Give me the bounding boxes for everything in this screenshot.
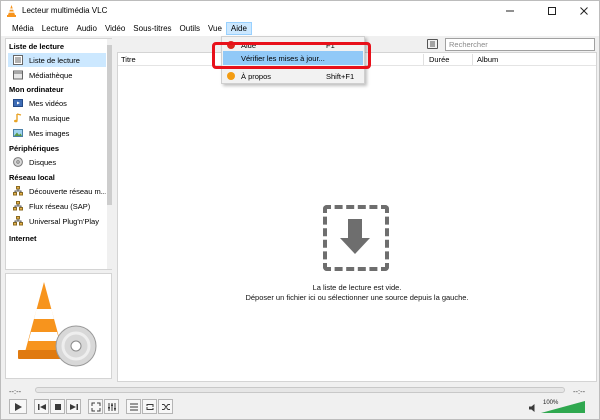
menu-bar: Média Lecture Audio Vidéo Sous-titres Ou… bbox=[1, 21, 599, 36]
sidebar-item-upnp[interactable]: Universal Plug'n'Play bbox=[8, 214, 106, 228]
info-icon bbox=[227, 72, 235, 80]
stop-icon bbox=[54, 403, 61, 410]
sidebar-item-label: Découverte réseau m... bbox=[29, 186, 106, 196]
menu-item-about[interactable]: À propos Shift+F1 bbox=[223, 69, 363, 83]
sidebar-category-playlist: Liste de lecture bbox=[9, 42, 65, 51]
vlc-cone-icon bbox=[7, 5, 16, 17]
next-button[interactable] bbox=[66, 399, 81, 414]
sidebar-item-label: Universal Plug'n'Play bbox=[29, 216, 99, 226]
next-icon bbox=[69, 403, 78, 410]
video-folder-icon bbox=[13, 99, 23, 107]
maximize-button[interactable] bbox=[537, 1, 567, 21]
playlist-icon bbox=[13, 55, 23, 65]
extended-settings-button[interactable] bbox=[104, 399, 119, 414]
sidebar-item-sap[interactable]: Flux réseau (SAP) bbox=[8, 199, 106, 213]
search-input[interactable]: Rechercher bbox=[445, 38, 595, 51]
vlc-cone-art-icon bbox=[18, 282, 97, 367]
play-button[interactable] bbox=[9, 399, 27, 414]
sidebar-category-devices: Périphériques bbox=[9, 144, 60, 153]
sidebar-item-label: Disques bbox=[29, 157, 57, 167]
vlc-window: Lecteur multimédia VLC Média Lecture Aud… bbox=[0, 0, 600, 420]
sidebar-category-local-network: Réseau local bbox=[9, 173, 55, 182]
maximize-icon bbox=[548, 7, 556, 15]
column-header-duration[interactable]: Durée bbox=[429, 55, 449, 64]
sidebar-category-internet: Internet bbox=[9, 234, 37, 243]
menu-view[interactable]: Vue bbox=[204, 22, 226, 35]
network-icon bbox=[13, 216, 23, 226]
play-icon bbox=[15, 402, 22, 411]
shuffle-icon bbox=[161, 403, 170, 410]
image-icon bbox=[13, 129, 23, 137]
sidebar-scrollbar[interactable] bbox=[107, 39, 112, 269]
menu-playback[interactable]: Lecture bbox=[38, 22, 73, 35]
sidebar-item-disks[interactable]: Disques bbox=[8, 155, 106, 169]
download-arrow-icon bbox=[340, 219, 370, 254]
sidebar-item-label: Mes images bbox=[29, 128, 70, 138]
sidebar-item-label: Ma musique bbox=[29, 113, 70, 123]
list-view-icon bbox=[430, 41, 435, 47]
column-divider bbox=[472, 54, 473, 65]
music-note-icon bbox=[14, 113, 22, 123]
menu-subtitles[interactable]: Sous-titres bbox=[129, 22, 175, 35]
total-time: --:-- bbox=[573, 387, 586, 396]
window-title: Lecteur multimédia VLC bbox=[22, 6, 108, 15]
column-divider bbox=[423, 54, 424, 65]
sidebar-item-label: Flux réseau (SAP) bbox=[29, 201, 91, 211]
playlist-view-button[interactable] bbox=[427, 39, 438, 49]
playlist-icon bbox=[129, 403, 138, 410]
disc-icon bbox=[13, 157, 23, 167]
sidebar-item-media-library[interactable]: Médiathèque bbox=[8, 68, 106, 82]
sidebar-item-playlist[interactable]: Liste de lecture bbox=[8, 53, 106, 67]
playlist-toggle-button[interactable] bbox=[126, 399, 141, 414]
fullscreen-icon bbox=[91, 402, 100, 411]
sidebar: Liste de lecture Liste de lecture Médiat… bbox=[5, 38, 112, 270]
elapsed-time: --:-- bbox=[9, 387, 22, 396]
close-button[interactable] bbox=[569, 1, 599, 21]
sidebar-item-label: Mes vidéos bbox=[29, 98, 67, 108]
drop-zone[interactable] bbox=[323, 205, 389, 271]
loop-button[interactable] bbox=[142, 399, 157, 414]
sidebar-item-videos[interactable]: Mes vidéos bbox=[8, 96, 106, 110]
fullscreen-button[interactable] bbox=[88, 399, 103, 414]
menu-tools[interactable]: Outils bbox=[176, 22, 204, 35]
network-icon bbox=[13, 186, 23, 196]
menu-video[interactable]: Vidéo bbox=[101, 22, 129, 35]
library-icon bbox=[13, 70, 23, 80]
sidebar-category-my-computer: Mon ordinateur bbox=[9, 85, 64, 94]
menu-media[interactable]: Média bbox=[8, 22, 38, 35]
playlist-panel: Titre Durée Album La liste de lecture es… bbox=[117, 52, 597, 382]
equalizer-icon bbox=[107, 402, 116, 411]
speaker-icon[interactable] bbox=[528, 403, 538, 413]
column-header-title[interactable]: Titre bbox=[121, 55, 136, 64]
minimize-icon bbox=[506, 10, 514, 12]
sidebar-item-label: Médiathèque bbox=[29, 70, 73, 80]
empty-playlist-hint: Déposer un fichier ici ou sélectionner u… bbox=[245, 293, 469, 302]
network-icon bbox=[13, 201, 23, 211]
sidebar-item-label: Liste de lecture bbox=[29, 55, 80, 65]
highlight-annotation bbox=[212, 42, 371, 69]
empty-playlist-message: La liste de lecture est vide. bbox=[312, 283, 402, 292]
menu-audio[interactable]: Audio bbox=[72, 22, 100, 35]
minimize-button[interactable] bbox=[495, 1, 525, 21]
shuffle-button[interactable] bbox=[158, 399, 173, 414]
previous-icon bbox=[37, 403, 46, 410]
close-icon bbox=[580, 7, 588, 15]
title-bar: Lecteur multimédia VLC bbox=[1, 1, 599, 21]
sidebar-item-music[interactable]: Ma musique bbox=[8, 111, 106, 125]
sidebar-scrollbar-thumb[interactable] bbox=[107, 45, 112, 205]
menu-help[interactable]: Aide bbox=[225, 22, 252, 35]
seek-slider[interactable] bbox=[35, 387, 565, 393]
album-art-panel bbox=[5, 273, 112, 379]
volume-percentage: 100% bbox=[543, 400, 559, 406]
sidebar-item-network-discovery[interactable]: Découverte réseau m... bbox=[8, 184, 106, 198]
sidebar-item-images[interactable]: Mes images bbox=[8, 126, 106, 140]
loop-icon bbox=[146, 403, 153, 410]
stop-button[interactable] bbox=[50, 399, 65, 414]
column-header-album[interactable]: Album bbox=[477, 55, 498, 64]
previous-button[interactable] bbox=[34, 399, 49, 414]
